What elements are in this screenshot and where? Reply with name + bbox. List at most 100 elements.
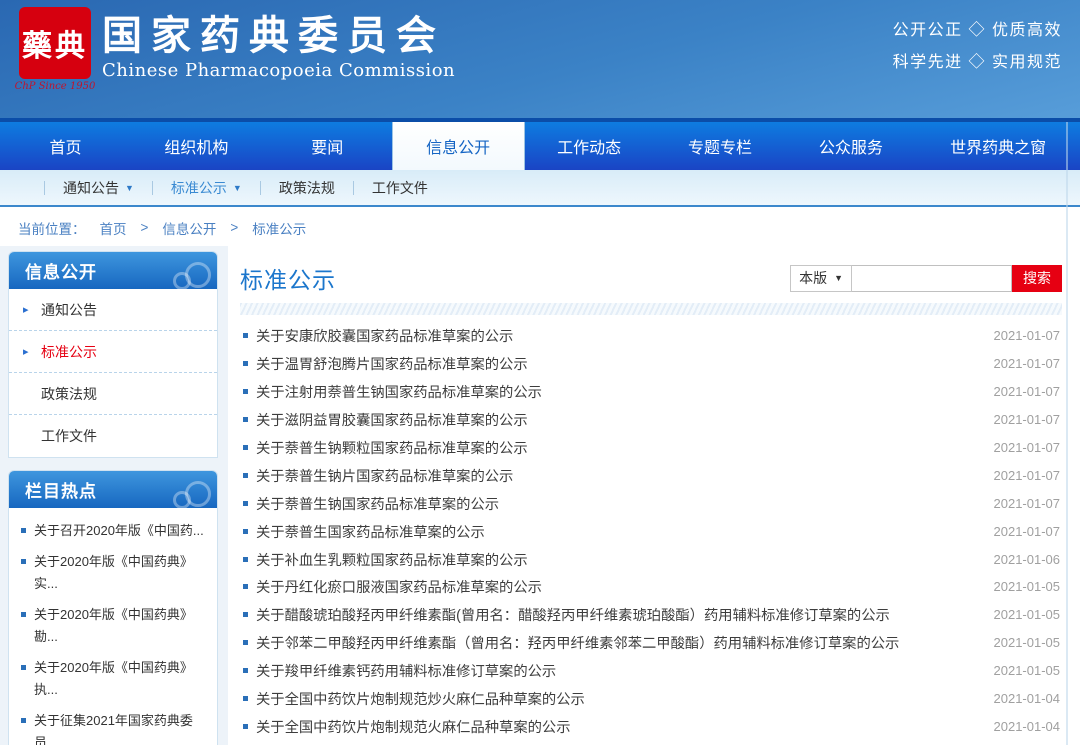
announcement-date: 2021-01-07 [994, 468, 1061, 483]
sidebar: 信息公开 ▸ 通知公告 ▸ 标准公示 政策法规 工作文件 [8, 251, 218, 745]
slogan-line-2: 科学先进 ◇ 实用规范 [893, 47, 1062, 79]
subnav-separator [44, 181, 45, 195]
hot-topic-link[interactable]: 关于2020年版《中国药典》执... [19, 657, 207, 701]
main-navigation: 首页 组织机构 要闻 信息公开 工作动态 专题专栏 公众服务 世界药典之窗 [0, 118, 1080, 170]
announcement-date: 2021-01-07 [994, 356, 1061, 371]
subnav-item-notices[interactable]: 通知公告 ▼ [63, 178, 134, 198]
sidebar-item-policies[interactable]: 政策法规 [9, 373, 217, 415]
announcement-title: 关于全国中药饮片炮制规范炒火麻仁品种草案的公示 [256, 688, 982, 709]
sidebar-item-label: 通知公告 [41, 300, 97, 320]
bullet-square-icon [243, 584, 248, 589]
nav-item-news[interactable]: 要闻 [262, 122, 393, 170]
search-bar: 本版 ▼ 搜索 [790, 265, 1062, 292]
sidebar-item-standard-announcements[interactable]: ▸ 标准公示 [9, 331, 217, 373]
sidebar-section-hot-topics: 栏目热点 关于召开2020年版《中国药... 关于2020年版《中国药典》实..… [8, 470, 218, 745]
sidebar-title-text: 信息公开 [25, 258, 97, 283]
nav-item-special-topics[interactable]: 专题专栏 [655, 122, 786, 170]
announcement-row[interactable]: 关于羧甲纤维素钙药用辅料标准修订草案的公示 2021-01-05 [240, 657, 1062, 685]
arrow-right-icon: ▸ [23, 303, 33, 316]
announcement-row[interactable]: 关于补血生乳颗粒国家药品标准草案的公示 2021-01-06 [240, 545, 1062, 573]
nav-item-world-pharmacopoeia[interactable]: 世界药典之窗 [916, 122, 1080, 170]
sidebar-item-label: 工作文件 [41, 426, 97, 446]
caret-down-icon: ▼ [834, 273, 843, 283]
bullet-square-icon [21, 718, 26, 723]
bullet-square-icon [243, 417, 248, 422]
main-header-row: 标准公示 本版 ▼ 搜索 [240, 246, 1062, 294]
sidebar-section-title: 栏目热点 [9, 471, 217, 508]
announcement-row[interactable]: 关于温胃舒泡腾片国家药品标准草案的公示 2021-01-07 [240, 350, 1062, 378]
site-title-cn: 国家药典委员会 [102, 13, 455, 59]
announcement-date: 2021-01-07 [994, 496, 1061, 511]
announcement-title: 关于羧甲纤维素钙药用辅料标准修订草案的公示 [256, 660, 982, 681]
breadcrumb-prefix: 当前位置： [18, 218, 86, 238]
nav-item-information-disclosure[interactable]: 信息公开 [393, 122, 524, 170]
subnav-item-work-documents[interactable]: 工作文件 [372, 178, 428, 198]
hot-topic-link[interactable]: 关于召开2020年版《中国药... [19, 520, 207, 542]
hot-topic-text: 关于2020年版《中国药典》执... [34, 657, 207, 701]
search-scope-dropdown[interactable]: 本版 ▼ [790, 265, 852, 292]
subnav-item-standard-announcements[interactable]: 标准公示 ▼ [171, 178, 242, 198]
subnav-item-label: 标准公示 [171, 178, 227, 198]
hot-topic-text: 关于2020年版《中国药典》勘... [34, 604, 207, 648]
hot-topic-text: 关于征集2021年国家药典委员... [34, 710, 207, 745]
nav-item-public-service[interactable]: 公众服务 [785, 122, 916, 170]
page: 藥典 ChP Since 1950 国家药典委员会 Chinese Pharma… [0, 0, 1080, 745]
bullet-square-icon [243, 668, 248, 673]
sidebar-item-work-documents[interactable]: 工作文件 [9, 415, 217, 457]
announcement-row[interactable]: 关于萘普生国家药品标准草案的公示 2021-01-07 [240, 517, 1062, 545]
bullet-square-icon [243, 557, 248, 562]
arrow-right-icon: ▸ [23, 345, 33, 358]
announcement-row[interactable]: 关于萘普生钠颗粒国家药品标准草案的公示 2021-01-07 [240, 434, 1062, 462]
announcement-title: 关于萘普生国家药品标准草案的公示 [256, 521, 982, 542]
announcement-row[interactable]: 关于萘普生钠国家药品标准草案的公示 2021-01-07 [240, 489, 1062, 517]
announcement-row[interactable]: 关于丹红化瘀口服液国家药品标准草案的公示 2021-01-05 [240, 573, 1062, 601]
breadcrumb-separator: > [230, 220, 238, 235]
announcement-title: 关于补血生乳颗粒国家药品标准草案的公示 [256, 549, 982, 570]
nav-item-home[interactable]: 首页 [0, 122, 131, 170]
announcement-row[interactable]: 关于安康欣胶囊国家药品标准草案的公示 2021-01-07 [240, 322, 1062, 350]
nav-item-organization[interactable]: 组织机构 [131, 122, 262, 170]
sidebar-item-label: 标准公示 [41, 342, 97, 362]
announcement-row[interactable]: 关于醋酸琥珀酸羟丙甲纤维素酯(曾用名：醋酸羟丙甲纤维素琥珀酸酯）药用辅料标准修订… [240, 601, 1062, 629]
site-logo[interactable]: 藥典 ChP Since 1950 [12, 7, 98, 92]
announcement-date: 2021-01-07 [994, 412, 1061, 427]
announcement-date: 2021-01-04 [994, 719, 1061, 734]
bullet-square-icon [243, 640, 248, 645]
announcement-row[interactable]: 关于全国中药饮片炮制规范火麻仁品种草案的公示 2021-01-04 [240, 712, 1062, 740]
hot-topic-link[interactable]: 关于2020年版《中国药典》实... [19, 551, 207, 595]
search-button[interactable]: 搜索 [1012, 265, 1062, 292]
slogan-line-1: 公开公正 ◇ 优质高效 [893, 15, 1062, 47]
announcement-row[interactable]: 关于萘普生钠片国家药品标准草案的公示 2021-01-07 [240, 461, 1062, 489]
sub-navigation: 通知公告 ▼ 标准公示 ▼ 政策法规 工作文件 [0, 170, 1080, 207]
announcement-row[interactable]: 关于全国中药饮片炮制规范炒火麻仁品种草案的公示 2021-01-04 [240, 685, 1062, 713]
announcement-row[interactable]: 关于滋阴益胃胶囊国家药品标准草案的公示 2021-01-07 [240, 406, 1062, 434]
cloud-decoration-icon [165, 262, 211, 286]
hot-topics-list: 关于召开2020年版《中国药... 关于2020年版《中国药典》实... 关于2… [9, 508, 217, 745]
page-title: 标准公示 [240, 261, 336, 295]
breadcrumb-information-disclosure[interactable]: 信息公开 [162, 218, 216, 238]
announcement-date: 2021-01-05 [994, 579, 1061, 594]
bullet-square-icon [243, 529, 248, 534]
pharmacopoeia-seal-icon: 藥典 [19, 7, 91, 79]
sidebar-section-title: 信息公开 [9, 252, 217, 289]
bullet-square-icon [243, 389, 248, 394]
announcement-row[interactable]: 关于邻苯二甲酸羟丙甲纤维素酯（曾用名：羟丙甲纤维素邻苯二甲酸酯）药用辅料标准修订… [240, 629, 1062, 657]
subnav-separator [260, 181, 261, 195]
announcement-date: 2021-01-07 [994, 524, 1061, 539]
hot-topic-text: 关于召开2020年版《中国药... [34, 520, 204, 542]
breadcrumb-standard-announcements[interactable]: 标准公示 [252, 218, 306, 238]
announcement-title: 关于邻苯二甲酸羟丙甲纤维素酯（曾用名：羟丙甲纤维素邻苯二甲酸酯）药用辅料标准修订… [256, 632, 982, 653]
search-input[interactable] [852, 265, 1012, 292]
sidebar-item-notices[interactable]: ▸ 通知公告 [9, 289, 217, 331]
logo-tagline: ChP Since 1950 [12, 81, 98, 92]
breadcrumb-home[interactable]: 首页 [100, 218, 127, 238]
main-panel: 标准公示 本版 ▼ 搜索 关于安康欣胶囊国家药品标准草案的公示 [228, 246, 1080, 745]
nav-item-work-updates[interactable]: 工作动态 [524, 122, 655, 170]
hot-topic-link[interactable]: 关于征集2021年国家药典委员... [19, 710, 207, 745]
announcement-row[interactable]: 关于注射用萘普生钠国家药品标准草案的公示 2021-01-07 [240, 378, 1062, 406]
sidebar-title-text: 栏目热点 [25, 477, 97, 502]
subnav-item-policies[interactable]: 政策法规 [279, 178, 335, 198]
hot-topic-link[interactable]: 关于2020年版《中国药典》勘... [19, 604, 207, 648]
header-slogans: 公开公正 ◇ 优质高效 科学先进 ◇ 实用规范 [893, 15, 1062, 79]
bullet-square-icon [243, 501, 248, 506]
